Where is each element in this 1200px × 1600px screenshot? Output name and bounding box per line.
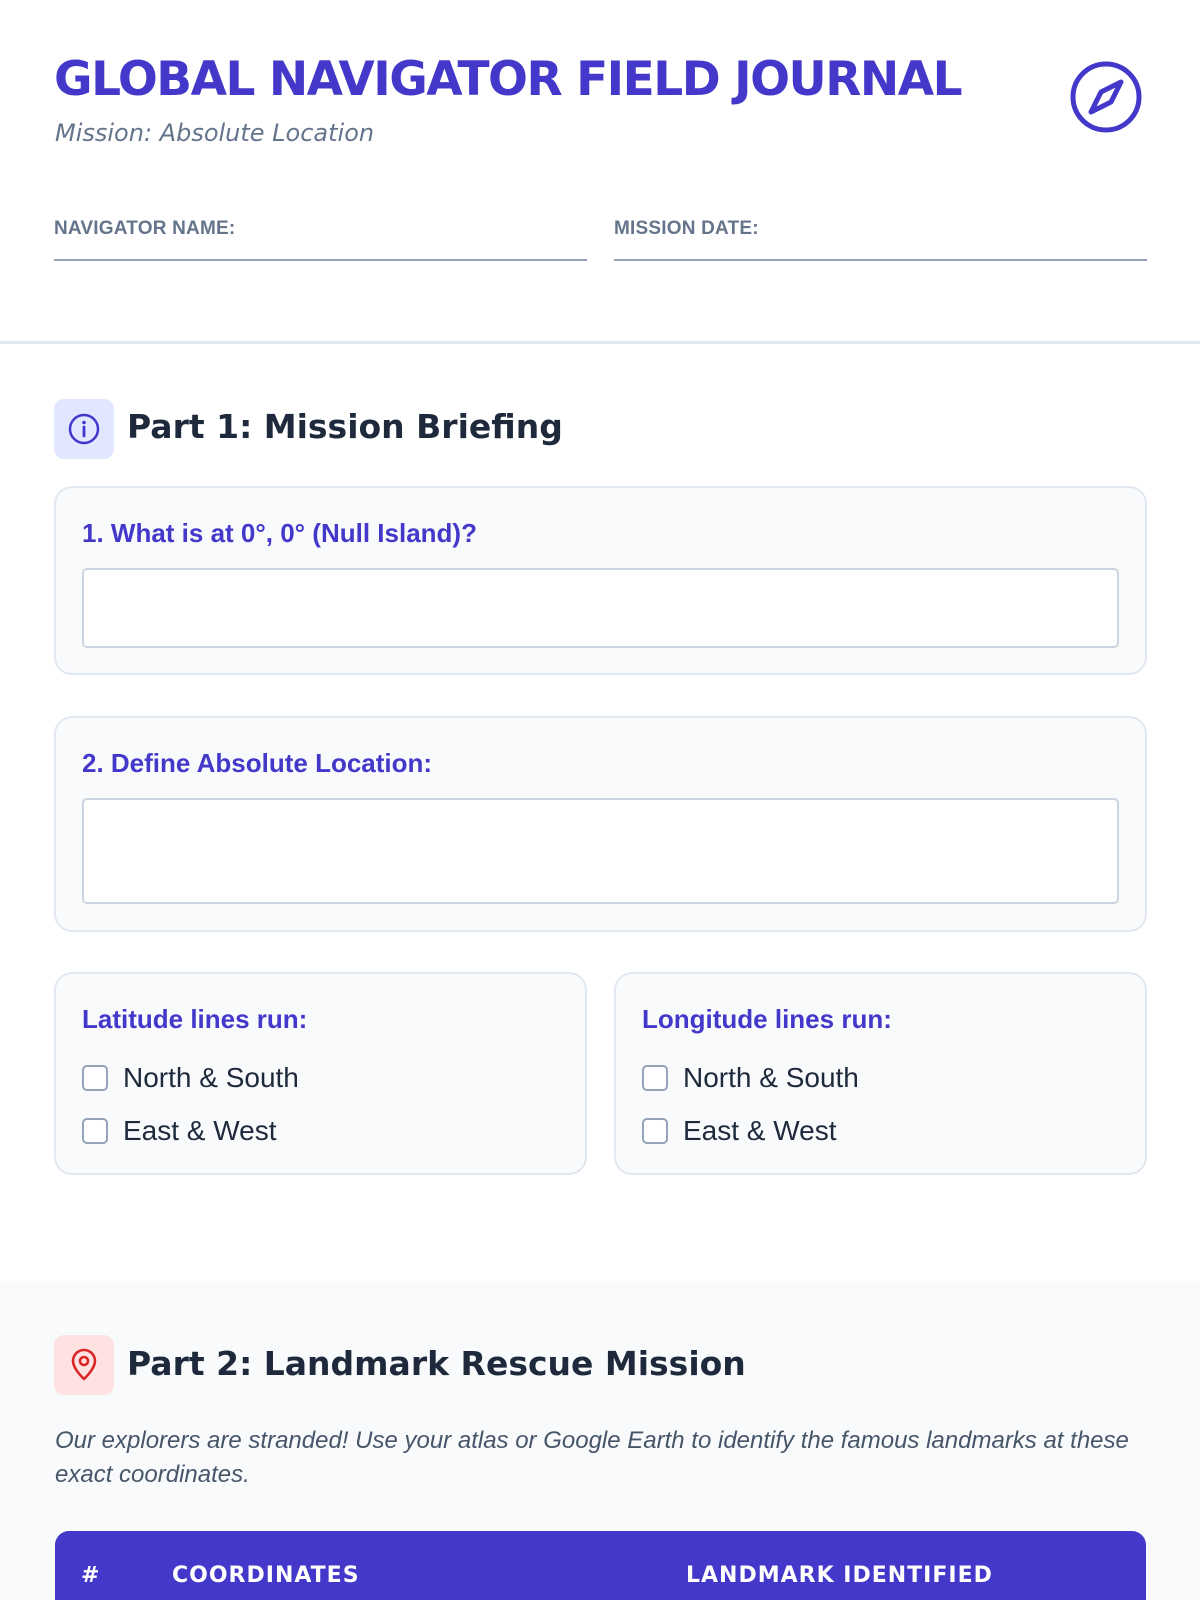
option-label: East & West xyxy=(123,1115,277,1146)
latitude-question-label: Latitude lines run: xyxy=(82,1004,308,1034)
part1-title: Part 1: Mission Briefing xyxy=(127,407,563,446)
checkbox[interactable] xyxy=(82,1065,108,1091)
longitude-option-north-south[interactable]: North & South xyxy=(642,1062,859,1094)
checkbox[interactable] xyxy=(642,1065,668,1091)
question-1-answer-input[interactable] xyxy=(82,568,1119,648)
column-header-coordinates: COORDINATES xyxy=(172,1563,360,1588)
latitude-card: Latitude lines run: North & South East &… xyxy=(54,972,587,1175)
landmark-table-header: # COORDINATES LANDMARK IDENTIFIED xyxy=(55,1531,1146,1600)
longitude-question-label: Longitude lines run: xyxy=(642,1004,892,1034)
checkbox[interactable] xyxy=(642,1118,668,1144)
question-2-label: 2. Define Absolute Location: xyxy=(82,748,433,778)
compass-icon xyxy=(1070,61,1142,133)
latitude-option-north-south[interactable]: North & South xyxy=(82,1062,299,1094)
part2-title: Part 2: Landmark Rescue Mission xyxy=(127,1344,746,1383)
latitude-option-east-west[interactable]: East & West xyxy=(82,1115,277,1147)
info-icon xyxy=(54,399,114,459)
longitude-option-east-west[interactable]: East & West xyxy=(642,1115,837,1147)
option-label: North & South xyxy=(683,1062,859,1093)
page-title: GLOBAL NAVIGATOR FIELD JOURNAL xyxy=(54,52,963,107)
question-1-label: 1. What is at 0°, 0° (Null Island)? xyxy=(82,518,477,548)
checkbox[interactable] xyxy=(82,1118,108,1144)
navigator-name-label: NAVIGATOR NAME: xyxy=(54,218,236,239)
navigator-name-field[interactable] xyxy=(54,259,587,261)
longitude-card: Longitude lines run: North & South East … xyxy=(614,972,1147,1175)
page-subtitle: Mission: Absolute Location xyxy=(55,119,375,147)
option-label: East & West xyxy=(683,1115,837,1146)
column-header-number: # xyxy=(81,1563,101,1588)
map-pin-icon xyxy=(54,1335,114,1395)
question-card-1: 1. What is at 0°, 0° (Null Island)? xyxy=(54,486,1147,675)
question-card-2: 2. Define Absolute Location: xyxy=(54,716,1147,932)
question-2-answer-input[interactable] xyxy=(82,798,1119,904)
journal-header: GLOBAL NAVIGATOR FIELD JOURNAL Mission: … xyxy=(0,0,1200,344)
mission-date-field[interactable] xyxy=(614,259,1147,261)
column-header-landmark: LANDMARK IDENTIFIED xyxy=(686,1563,993,1588)
option-label: North & South xyxy=(123,1062,299,1093)
part2-description: Our explorers are stranded! Use your atl… xyxy=(55,1427,1129,1488)
mission-date-label: MISSION DATE: xyxy=(614,218,759,239)
